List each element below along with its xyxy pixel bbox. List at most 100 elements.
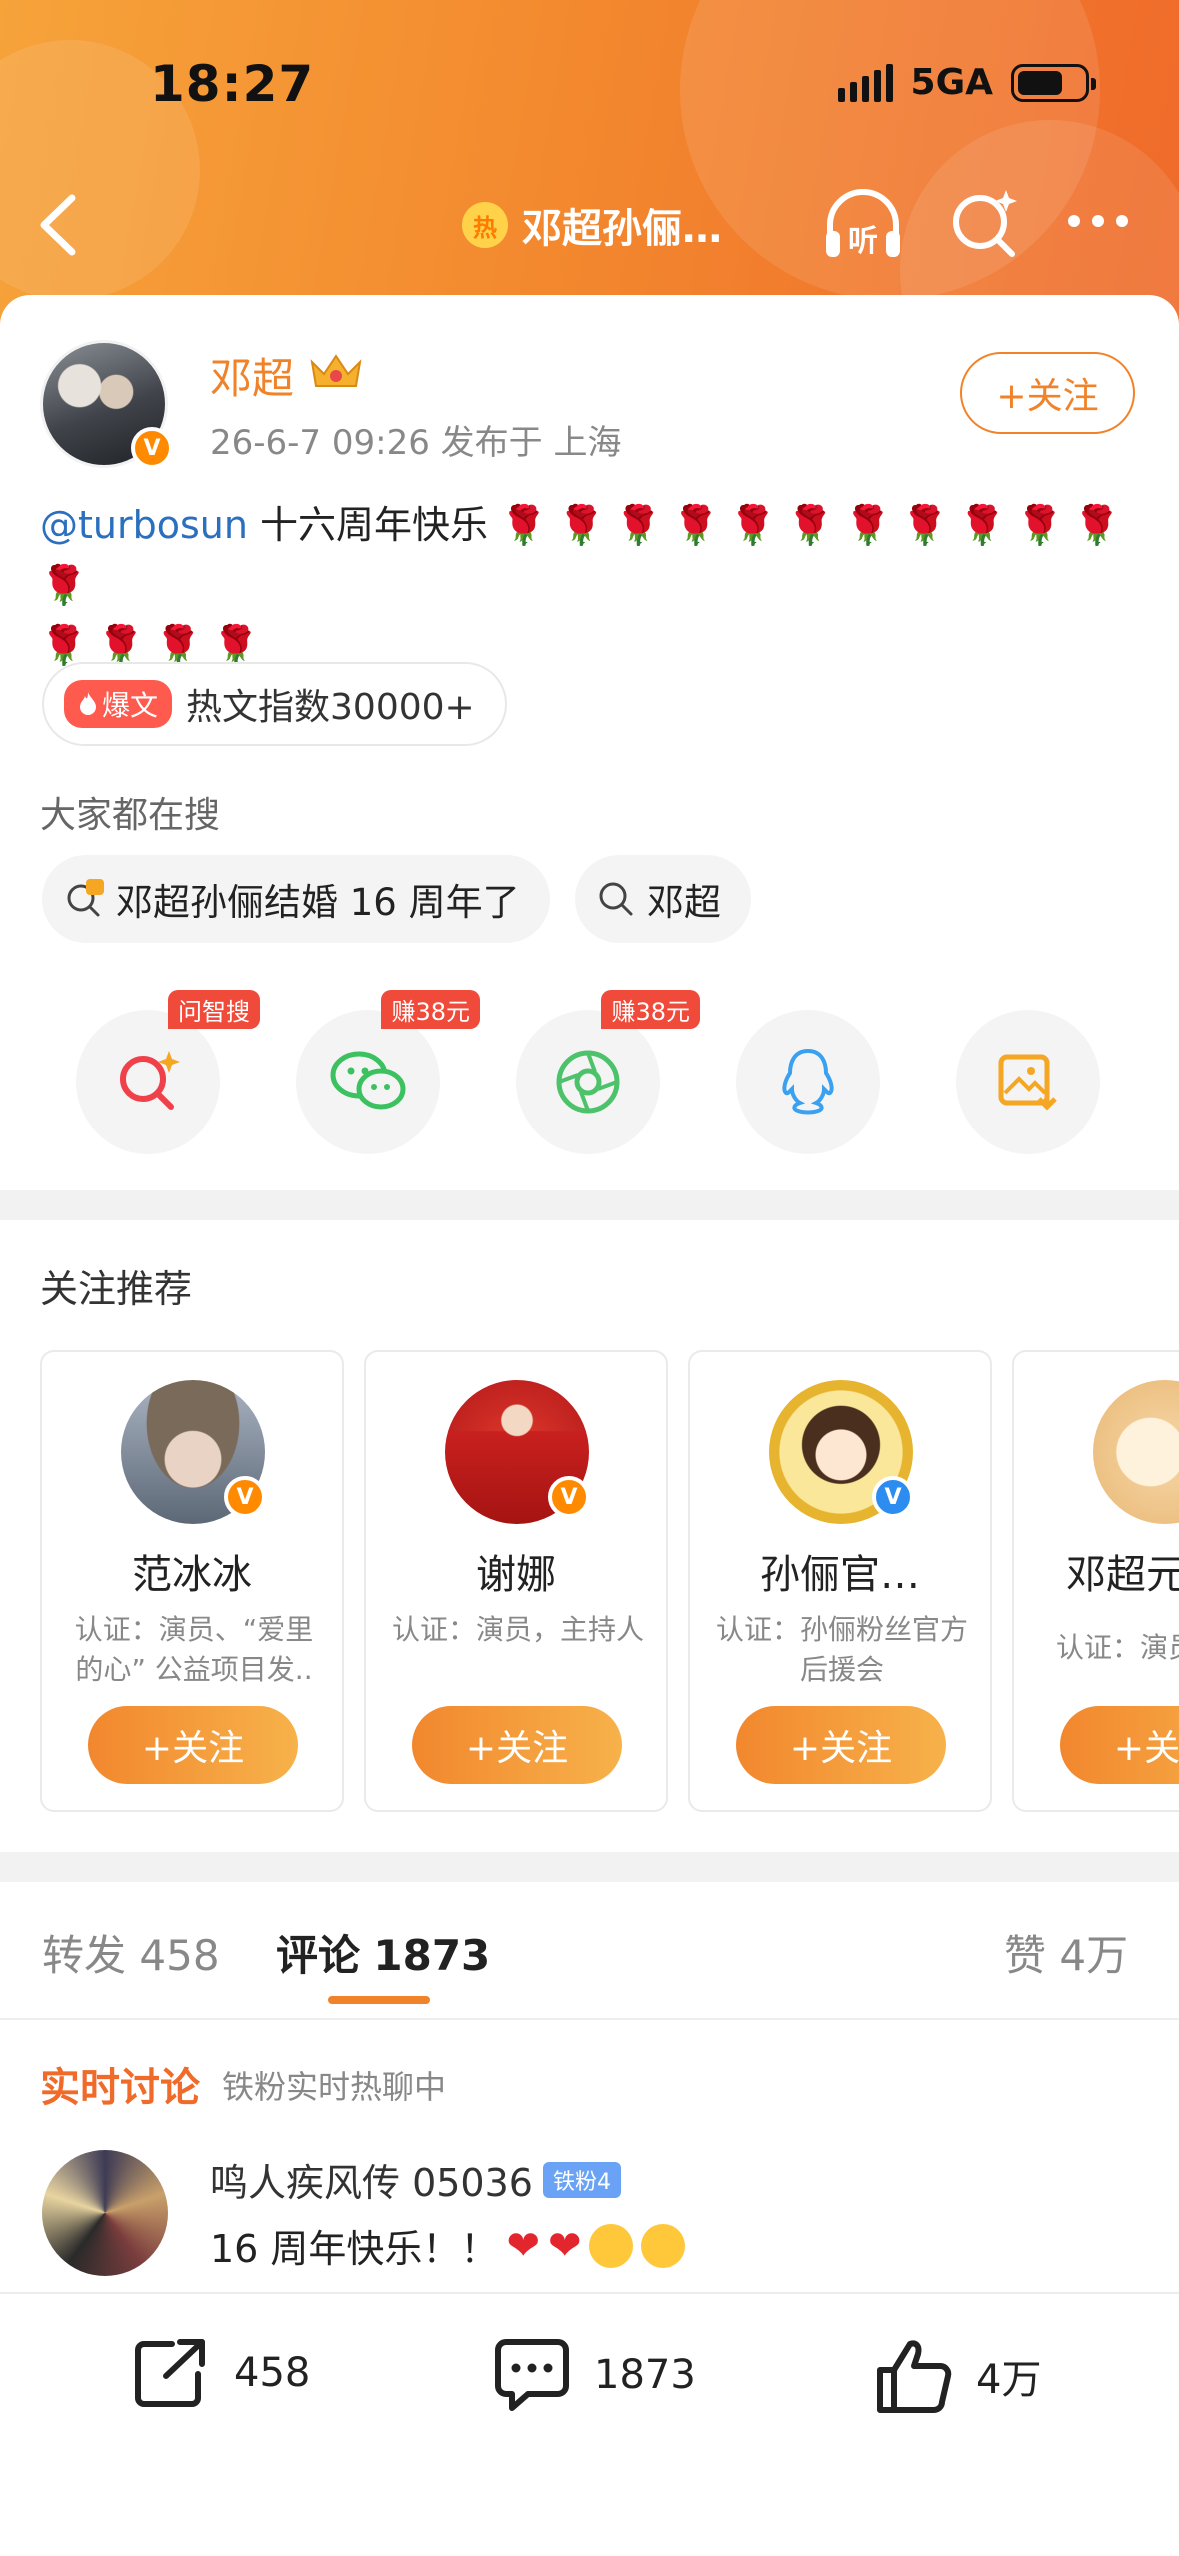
recommend-card[interactable]: 邓超元 认证：演员 +关注 xyxy=(1012,1350,1179,1812)
section-divider xyxy=(0,1852,1179,1882)
repost-count: 458 xyxy=(234,2350,311,2396)
emoji-icon xyxy=(589,2223,634,2268)
network-label: 5GA xyxy=(910,62,993,103)
share-tag: 赚38元 xyxy=(381,990,480,1029)
tab-bar: 转发 458 评论 1873 赞 4万 xyxy=(0,1880,1179,2020)
comment-text: 16 周年快乐！！ ❤ ❤ xyxy=(210,2218,686,2273)
heart-icon: ❤ xyxy=(547,2222,582,2269)
tab-like[interactable]: 赞 4万 xyxy=(1004,1922,1128,1983)
recommend-desc: 认证：演员、“爱里的心” 公益项目发.. xyxy=(74,1613,314,1686)
follow-button[interactable]: +关注 xyxy=(960,352,1135,434)
nav-title-text: 邓超孙俪… xyxy=(522,206,722,252)
recommend-desc: 认证：演员 xyxy=(1056,1631,1179,1664)
status-icons: 5GA xyxy=(837,62,1096,103)
hot-index-chip[interactable]: 爆文 热文指数30000+ xyxy=(42,662,507,746)
signal-icon xyxy=(837,63,893,102)
verified-badge-icon: V xyxy=(548,1476,590,1518)
comment-count: 1873 xyxy=(594,2352,696,2398)
recommend-name[interactable]: 孙俪官… xyxy=(690,1542,990,1600)
post-body: 十六周年快乐 xyxy=(247,503,501,547)
nav-title[interactable]: 热 邓超孙俪… xyxy=(462,196,722,254)
tab-comment-label: 评论 xyxy=(276,1931,361,1980)
tab-comment[interactable]: 评论 1873 xyxy=(276,1922,490,1983)
share-tag: 问智搜 xyxy=(168,990,260,1029)
save-image-icon xyxy=(998,1054,1057,1111)
like-button[interactable]: 4万 xyxy=(874,2336,1041,2416)
search-section-title: 大家都在搜 xyxy=(40,795,221,836)
recommend-name[interactable]: 邓超元 xyxy=(1066,1542,1179,1600)
live-discussion-subtitle: 铁粉实时热聊中 xyxy=(222,2068,447,2106)
section-divider xyxy=(0,1190,1179,1220)
recommend-avatar[interactable] xyxy=(1093,1380,1179,1524)
share-ai-search[interactable]: 问智搜 xyxy=(76,990,260,1154)
hot-topic-icon: 热 xyxy=(462,202,508,248)
recommend-follow-button[interactable]: +关注 xyxy=(1060,1706,1179,1784)
share-moments[interactable]: 赚38元 xyxy=(516,990,700,1154)
ai-search-icon xyxy=(120,1051,180,1110)
repost-button[interactable]: 458 xyxy=(132,2336,310,2410)
share-save-image[interactable] xyxy=(956,1010,1100,1154)
tab-repost-label: 转发 xyxy=(42,1931,127,1980)
verified-badge-icon: V xyxy=(224,1476,266,1518)
search-icon xyxy=(599,882,633,916)
tab-active-indicator xyxy=(328,1996,430,2004)
recommend-desc: 认证：演员，主持人 xyxy=(391,1613,644,1646)
recommend-card[interactable]: V 孙俪官… 认证：孙俪粉丝官方后援会 +关注 xyxy=(688,1350,992,1812)
recommend-follow-button[interactable]: +关注 xyxy=(88,1706,298,1784)
comment-avatar[interactable] xyxy=(42,2150,168,2276)
share-wechat[interactable]: 赚38元 xyxy=(296,990,480,1154)
tab-like-count: 4万 xyxy=(1059,1931,1129,1980)
mention-link[interactable]: @turbosun xyxy=(40,503,248,547)
verified-badge-icon: V xyxy=(872,1476,914,1518)
comment-username: 鸣人疾风传 05036 xyxy=(210,2161,533,2205)
tab-like-label: 赞 xyxy=(1004,1931,1047,1980)
rose-emojis-2: 🌹🌹🌹🌹 xyxy=(40,623,270,667)
thumbs-up-icon xyxy=(877,2340,952,2413)
search-chip-label: 邓超孙俪结婚 16 周年了 xyxy=(116,881,520,924)
search-chip[interactable]: 邓超孙俪结婚 16 周年了 xyxy=(42,855,550,943)
baowen-label: 爆文 xyxy=(102,689,159,722)
hot-search-icon xyxy=(67,879,104,917)
post-meta: 26-6-7 09:26 发布于 上海 xyxy=(210,423,622,463)
verified-badge-icon: V xyxy=(131,427,173,469)
baowen-badge: 爆文 xyxy=(64,680,173,728)
recommend-name[interactable]: 谢娜 xyxy=(366,1542,666,1600)
comment-icon xyxy=(495,2339,569,2411)
post-text: @turbosun 十六周年快乐 🌹🌹🌹🌹🌹🌹🌹🌹🌹🌹🌹🌹 🌹🌹🌹🌹 xyxy=(40,495,1140,675)
like-count: 4万 xyxy=(976,2357,1042,2403)
emoji-icon xyxy=(641,2223,686,2268)
listen-icon[interactable]: 听 xyxy=(820,185,906,265)
search-chip-label: 邓超 xyxy=(647,881,721,924)
tab-repost[interactable]: 转发 458 xyxy=(42,1922,220,1983)
recommend-follow-button[interactable]: +关注 xyxy=(736,1706,946,1784)
back-icon[interactable] xyxy=(30,190,90,260)
tab-comment-count: 1873 xyxy=(373,1931,491,1980)
bottom-action-bar: 458 1873 4万 xyxy=(0,2292,1179,2556)
recommend-card[interactable]: V 范冰冰 认证：演员、“爱里的心” 公益项目发.. +关注 xyxy=(40,1350,344,1812)
more-icon[interactable] xyxy=(1068,215,1128,227)
author-name[interactable]: 邓超 xyxy=(210,345,294,406)
status-time: 18:27 xyxy=(150,55,315,113)
tab-repost-count: 458 xyxy=(139,1931,220,1980)
comment-button[interactable]: 1873 xyxy=(492,2336,696,2414)
search-icon[interactable] xyxy=(948,188,1020,260)
header: 18:27 5GA 热 邓超孙俪… 听 xyxy=(0,0,1179,330)
wechat-icon xyxy=(330,1051,406,1110)
svg-text:听: 听 xyxy=(848,224,878,259)
flame-icon xyxy=(80,692,96,715)
recommend-name[interactable]: 范冰冰 xyxy=(42,1542,342,1600)
hot-index-label: 热文指数30000+ xyxy=(186,687,475,728)
search-chip[interactable]: 邓超 xyxy=(575,855,751,943)
share-qq[interactable] xyxy=(736,1010,880,1154)
repost-icon xyxy=(135,2339,205,2407)
recommend-title: 关注推荐 xyxy=(40,1267,193,1311)
battery-icon xyxy=(1011,63,1096,102)
recommend-follow-button[interactable]: +关注 xyxy=(412,1706,622,1784)
recommend-desc: 认证：孙俪粉丝官方后援会 xyxy=(715,1613,968,1686)
author-avatar[interactable]: V xyxy=(40,340,173,469)
heart-icon: ❤ xyxy=(506,2222,540,2269)
share-row: 问智搜 赚38元 赚38元 xyxy=(0,990,1179,1160)
comment-user[interactable]: 鸣人疾风传 05036 铁粉4 xyxy=(210,2152,621,2207)
comment-body: 16 周年快乐！！ xyxy=(210,2227,499,2271)
recommend-card[interactable]: V 谢娜 认证：演员，主持人 +关注 xyxy=(364,1350,668,1812)
